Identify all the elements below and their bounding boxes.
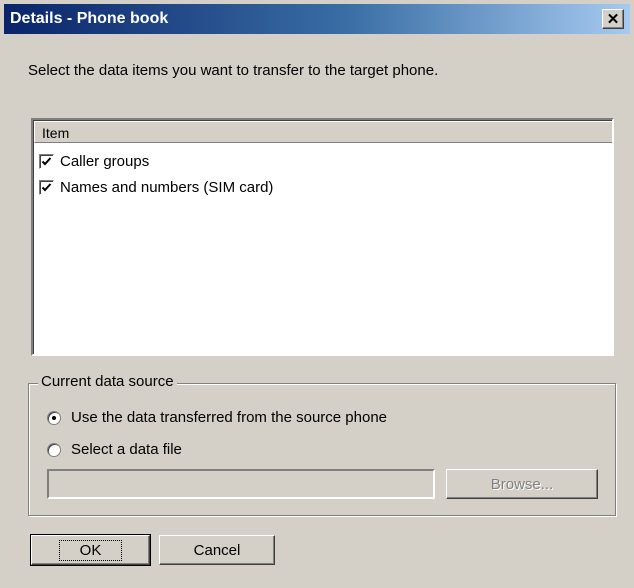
cancel-button[interactable]: Cancel xyxy=(159,535,275,565)
names-numbers-checkbox[interactable] xyxy=(39,179,54,195)
radio-button[interactable] xyxy=(47,442,61,457)
details-dialog: Details - Phone book ✕ Select the data i… xyxy=(0,0,634,588)
list-item-names-and-numbers[interactable]: Names and numbers (SIM card) xyxy=(39,176,273,198)
ok-button[interactable]: OK xyxy=(30,534,151,566)
radio-button-selected[interactable] xyxy=(47,410,61,425)
file-path-input[interactable] xyxy=(47,469,435,499)
instruction-text: Select the data items you want to transf… xyxy=(28,62,439,79)
close-icon: ✕ xyxy=(606,10,620,28)
column-header-item[interactable]: Item xyxy=(34,121,612,143)
browse-button[interactable]: Browse... xyxy=(446,469,598,499)
radio-select-data-file[interactable]: Select a data file xyxy=(47,441,182,458)
radio-label: Use the data transferred from the source… xyxy=(71,409,388,426)
column-header-label: Item xyxy=(42,125,70,141)
data-source-legend: Current data source xyxy=(38,373,177,390)
ok-label: OK xyxy=(58,539,123,561)
close-button[interactable]: ✕ xyxy=(602,9,624,29)
checkmark-icon xyxy=(41,182,52,191)
window-title: Details - Phone book xyxy=(10,10,169,27)
radio-use-source-phone[interactable]: Use the data transferred from the source… xyxy=(47,409,387,426)
browse-label: Browse... xyxy=(490,475,554,493)
caller-groups-checkbox[interactable] xyxy=(39,153,54,169)
list-item-label: Caller groups xyxy=(60,152,150,170)
items-list[interactable]: Item Caller groups Names and numbers (SI… xyxy=(31,118,614,356)
checkmark-icon xyxy=(41,156,52,165)
radio-label: Select a data file xyxy=(71,441,182,458)
title-bar[interactable]: Details - Phone book ✕ xyxy=(4,4,630,34)
list-item-label: Names and numbers (SIM card) xyxy=(60,178,274,196)
list-item-caller-groups[interactable]: Caller groups xyxy=(39,150,149,172)
cancel-label: Cancel xyxy=(193,541,241,559)
